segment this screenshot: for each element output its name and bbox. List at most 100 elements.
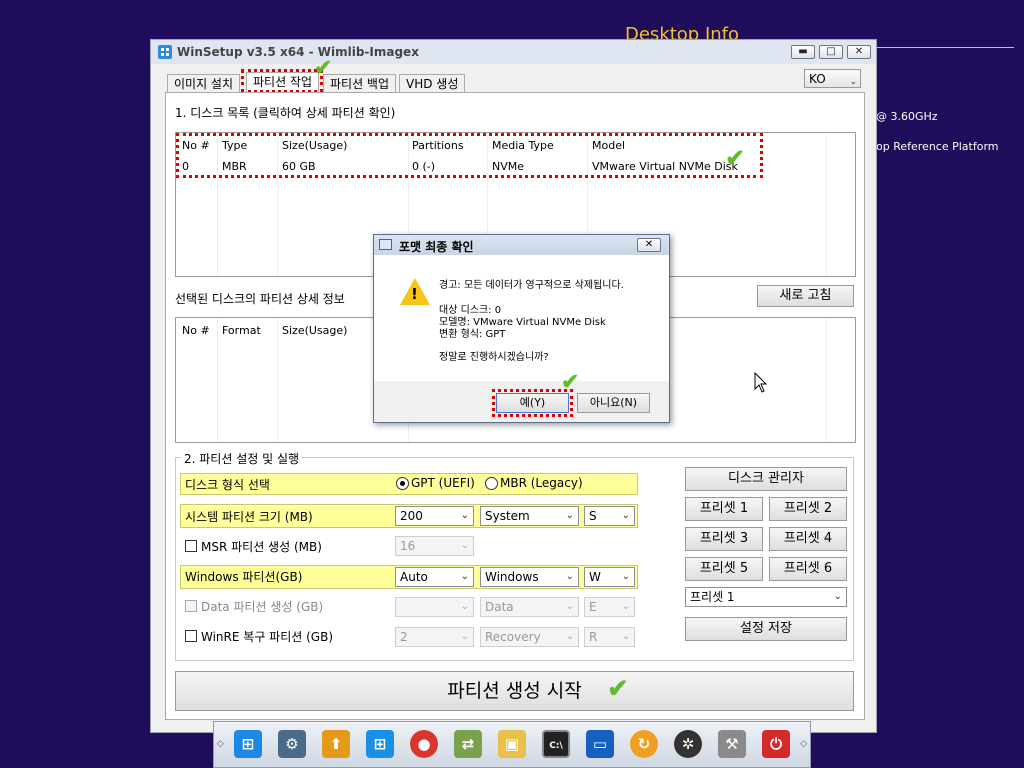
winre-checkbox[interactable] [185,630,197,642]
checkmark-icon: ✔ [725,144,746,172]
tab-image-install[interactable]: 이미지 설치 [167,74,241,93]
chevron-down-icon: ⌄ [621,510,630,521]
gpt-radio[interactable] [396,477,409,490]
preset-5-button[interactable]: 프리셋 5 [685,557,763,581]
msr-size-select[interactable]: 16 ⌄ [395,536,474,556]
disk-row-highlight [176,133,763,178]
tools-icon[interactable]: ⚒ [718,730,746,758]
preset-2-button[interactable]: 프리셋 2 [769,497,847,521]
mbr-label[interactable]: MBR (Legacy) [500,476,583,490]
data-letter-select[interactable]: E ⌄ [584,597,635,617]
preset-3-button[interactable]: 프리셋 3 [685,527,763,551]
windows-letter-select[interactable]: W ⌄ [584,567,635,587]
system-size-select[interactable]: 200 ⌄ [395,506,474,526]
windows-name-select[interactable]: Windows ⌄ [480,567,579,587]
maximize-button[interactable]: □ [819,45,843,59]
dock-right-handle[interactable]: ◇ [800,739,807,749]
system-partition-label: 시스템 파티션 크기 (MB) [185,510,313,524]
tab-highlight [241,69,323,93]
language-value: KO [809,72,826,86]
msr-checkbox[interactable] [185,540,197,552]
data-partition-label: Data 파티션 생성 (GB) [201,600,324,614]
chat-icon[interactable]: ● [410,730,438,758]
monitor-icon[interactable]: ▭ [586,730,614,758]
title-bar[interactable]: WinSetup v3.5 x64 - Wimlib-Imagex ▬ □ ✕ [151,40,876,64]
data-name-value: Data [485,600,514,614]
winre-partition-label: WinRE 복구 파티션 (GB) [201,630,333,644]
column-header-no[interactable]: No # [182,324,210,337]
save-settings-button[interactable]: 설정 저장 [685,617,847,641]
dialog-conversion: 변환 형식: GPT [439,329,506,340]
preset-6-button[interactable]: 프리셋 6 [769,557,847,581]
data-name-select[interactable]: Data ⌄ [480,597,579,617]
winre-letter-select[interactable]: R ⌄ [584,627,635,647]
chevron-down-icon: ⌄ [849,77,857,87]
column-header-format[interactable]: Format [222,324,261,337]
chevron-down-icon: ⌄ [565,571,574,582]
mbr-radio[interactable] [485,477,498,490]
system-label-value: System [485,509,530,523]
windows-logo-icon[interactable]: ⊞ [366,730,394,758]
disk-list-label: 1. 디스크 목록 (클릭하여 상세 파티션 확인) [175,106,396,120]
chevron-down-icon: ⌄ [565,510,574,521]
chevron-down-icon: ⌄ [460,540,469,551]
tab-vhd-create[interactable]: VHD 생성 [399,74,466,93]
preset-1-button[interactable]: 프리셋 1 [685,497,763,521]
msr-size-value: 16 [400,539,416,553]
windows-setup-icon[interactable]: ⊞ [234,730,262,758]
windows-partition-label: Windows 파티션(GB) [185,570,303,584]
dialog-button-area: 예(Y) 아니요(N) ✔ [374,370,669,422]
chevron-down-icon: ⌄ [460,631,469,642]
usb-installer-icon[interactable]: ⬆ [322,730,350,758]
command-prompt-icon[interactable]: C:\ [542,730,570,758]
chevron-down-icon: ⌄ [621,631,630,642]
no-button[interactable]: 아니요(N) [577,393,650,413]
data-size-select[interactable]: ⌄ [395,597,474,617]
desktop-cpu-text: @ 3.60GHz [876,110,938,123]
checkmark-icon: ✔ [561,370,580,395]
system-size-value: 200 [400,509,423,523]
close-button[interactable]: ✕ [847,45,871,59]
dialog-warning-text: 경고: 모든 데이터가 영구적으로 삭제됩니다. [439,280,624,291]
winre-name-value: Recovery [485,630,541,644]
network-icon[interactable]: ⇄ [454,730,482,758]
column-header-size[interactable]: Size(Usage) [282,324,347,337]
system-letter-select[interactable]: S ⌄ [584,506,635,526]
language-select[interactable]: KO ⌄ [804,69,861,88]
window-icon [379,239,392,250]
data-letter-value: E [589,600,597,614]
winre-size-select[interactable]: 2 ⌄ [395,627,474,647]
chevron-down-icon: ⌄ [460,601,469,612]
minimize-button[interactable]: ▬ [791,45,815,59]
dialog-title: 포맷 최종 확인 [399,240,474,254]
disk-manager-button[interactable]: 디스크 관리자 [685,467,847,491]
format-confirm-dialog: 포맷 최종 확인 ✕ ! 경고: 모든 데이터가 영구적으로 삭제됩니다. 대상… [373,234,670,423]
preset-select[interactable]: 프리셋 1 ⌄ [685,587,847,607]
refresh-button[interactable]: 새로 고침 [757,285,854,307]
settings-icon[interactable]: ✲ [674,730,702,758]
dialog-question: 정말로 진행하시겠습니까? [439,352,549,363]
chevron-down-icon: ⌄ [460,571,469,582]
winre-name-select[interactable]: Recovery ⌄ [480,627,579,647]
windows-size-select[interactable]: Auto ⌄ [395,567,474,587]
app-icon [158,45,172,59]
windows-letter-value: W [589,570,601,584]
system-label-select[interactable]: System ⌄ [480,506,579,526]
dialog-close-button[interactable]: ✕ [637,238,661,252]
checkmark-icon: ✔ [607,674,629,704]
mouse-cursor-icon [754,372,768,393]
disk-tools-icon[interactable]: ⚙ [278,730,306,758]
data-checkbox[interactable] [185,600,197,612]
preset-4-button[interactable]: 프리셋 4 [769,527,847,551]
tab-partition-backup[interactable]: 파티션 백업 [323,74,397,93]
refresh-icon[interactable]: ↻ [630,730,658,758]
dialog-title-bar[interactable]: 포맷 최종 확인 ✕ [374,235,669,255]
preset-select-value: 프리셋 1 [690,590,735,604]
start-partition-button[interactable]: 파티션 생성 시작 [175,671,854,711]
explorer-icon[interactable]: ▣ [498,730,526,758]
checkmark-icon: ✔ [314,56,333,81]
power-icon[interactable]: ⏻ [762,730,790,758]
chevron-down-icon: ⌄ [833,591,842,602]
dock-left-handle[interactable]: ◇ [217,739,224,749]
gpt-label[interactable]: GPT (UEFI) [411,476,475,490]
